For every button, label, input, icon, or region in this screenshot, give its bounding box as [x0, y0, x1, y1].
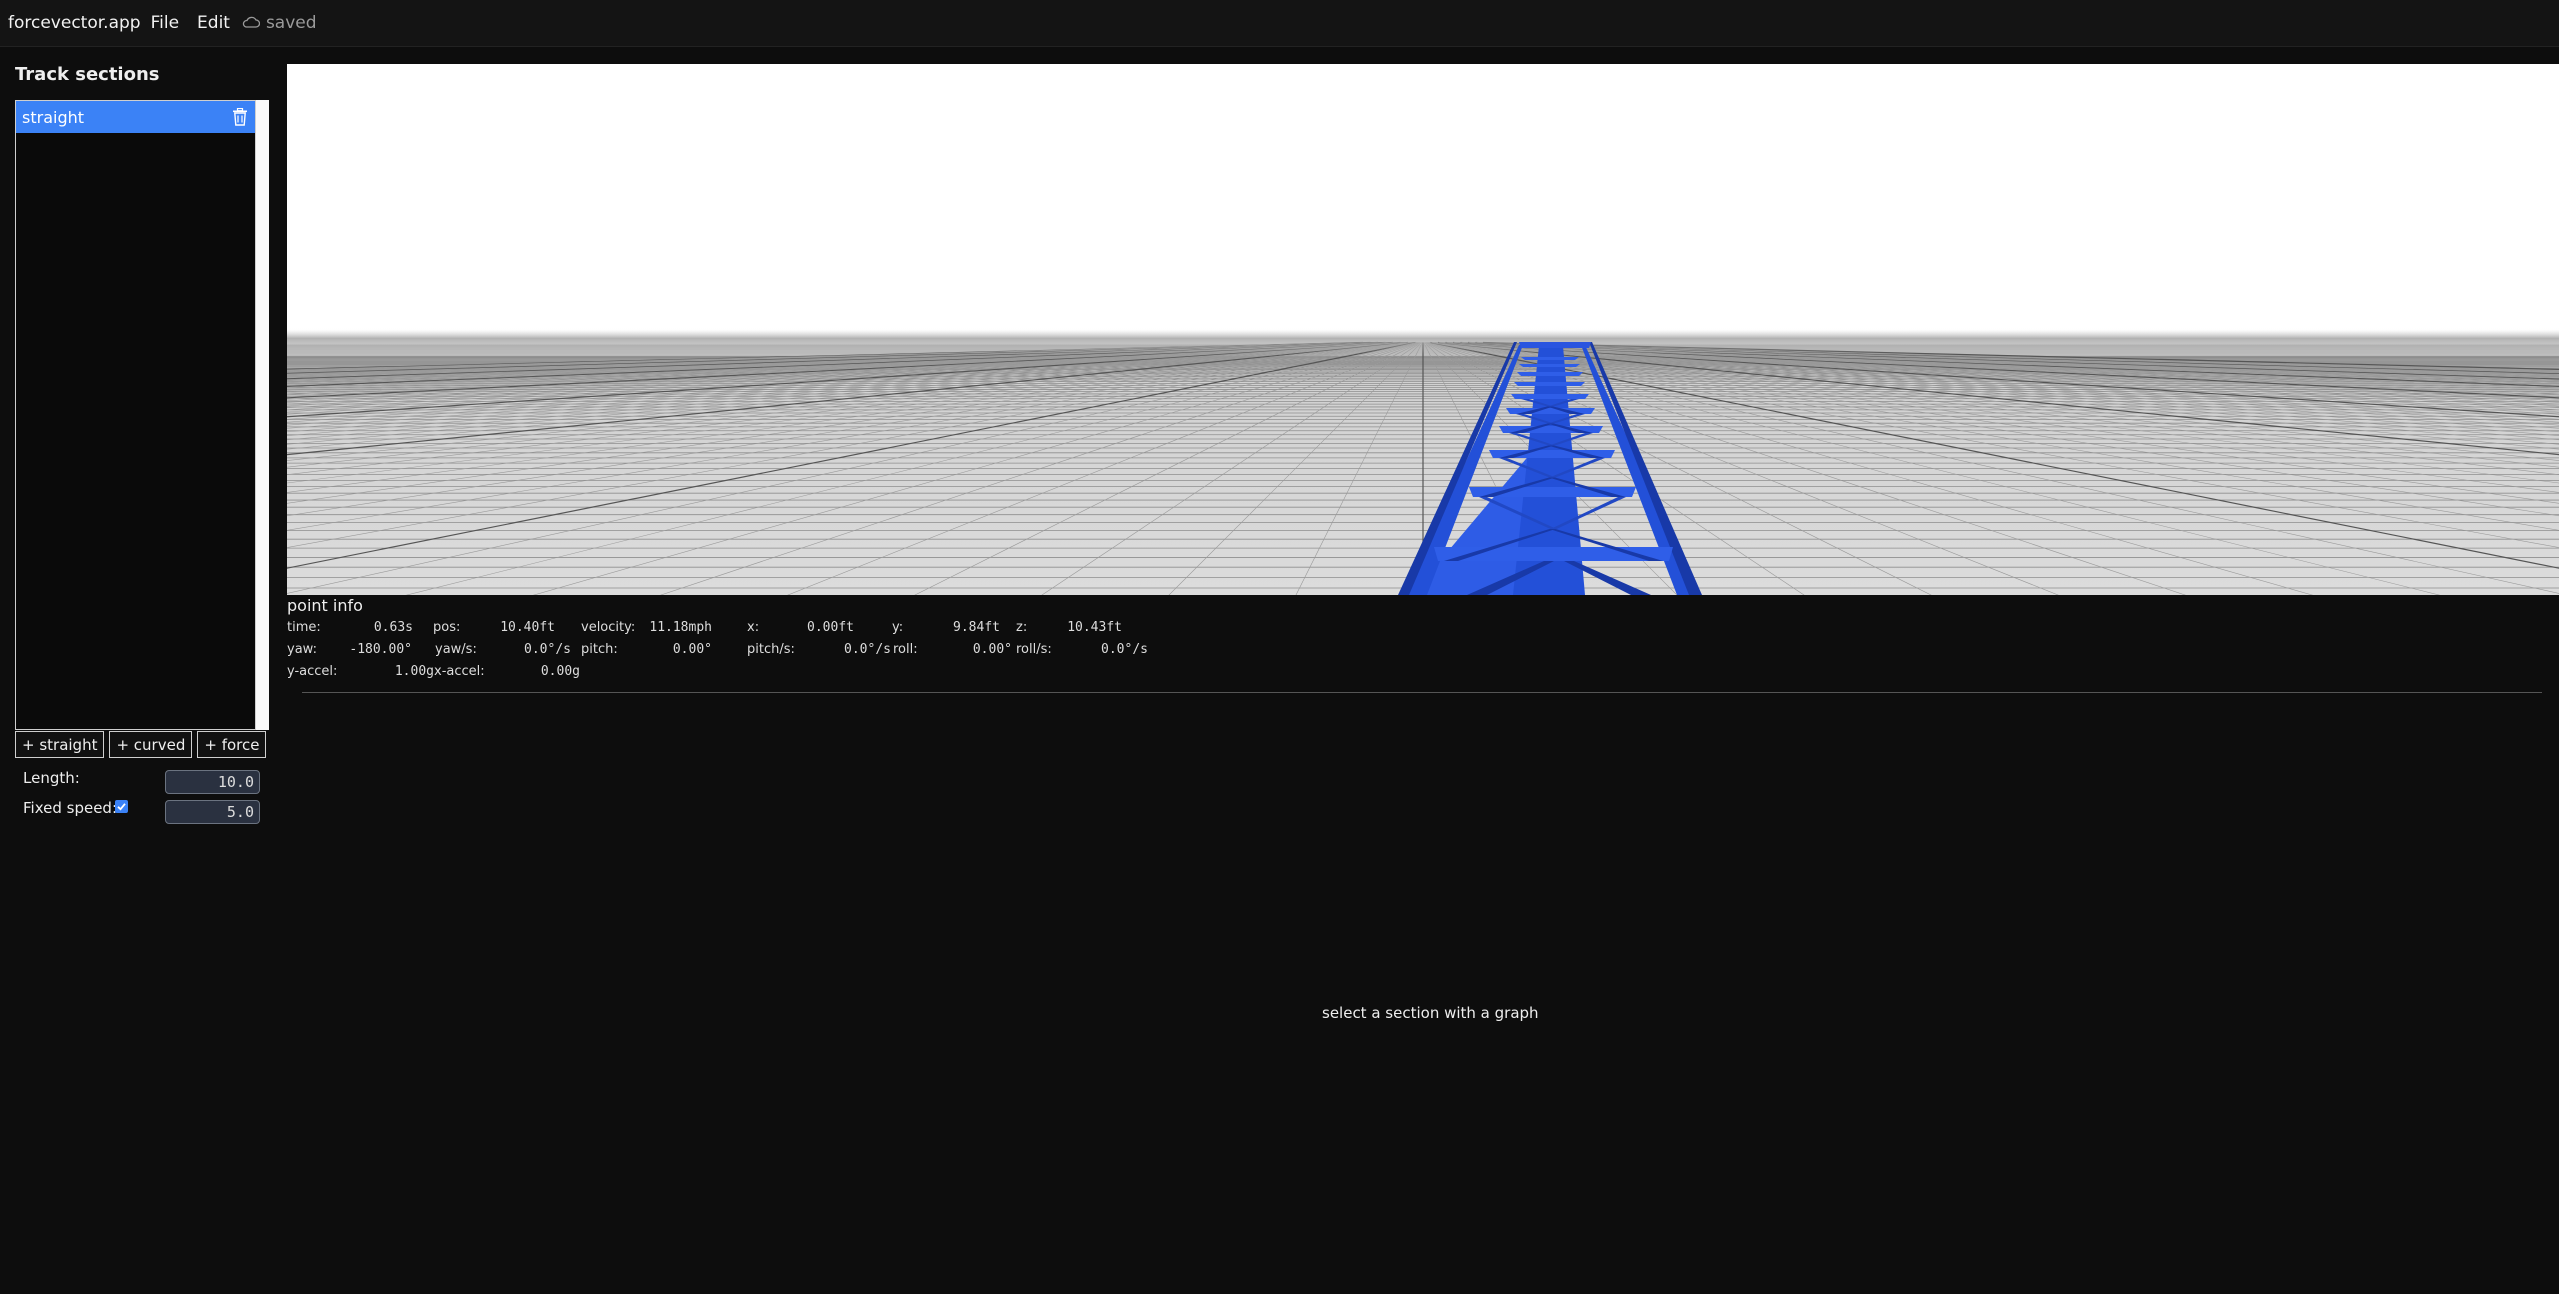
menu-edit[interactable]: Edit: [197, 13, 230, 33]
point-info-title: point info: [287, 596, 363, 615]
track-crosstie: [1519, 364, 1580, 367]
sky: [287, 64, 2559, 330]
track-section-list: straight: [15, 100, 256, 730]
fixed-speed-input[interactable]: 5.0: [165, 800, 260, 824]
track-section-label: straight: [22, 107, 85, 127]
point-info-value: 0.00°: [672, 642, 712, 657]
point-info-value: 11.18mph: [649, 620, 712, 635]
length-input[interactable]: 10.0: [165, 770, 260, 794]
point-info-value: 0.00g: [540, 664, 580, 679]
point-info-value: -180.00°: [349, 642, 412, 657]
3d-viewport[interactable]: [287, 64, 2559, 595]
menu-file[interactable]: File: [151, 13, 179, 33]
track-crosstie: [1506, 408, 1595, 414]
add-force-button[interactable]: + force: [197, 731, 267, 758]
point-info-value: 0.0°/s: [524, 642, 571, 657]
add-straight-button[interactable]: + straight: [15, 731, 105, 758]
fixed-speed-label: Fixed speed:: [23, 799, 118, 817]
add-curved-button[interactable]: + curved: [109, 731, 193, 758]
point-info-value: 0.00ft: [807, 620, 854, 635]
track-crosstie: [1521, 357, 1579, 360]
track-crosstie: [1517, 372, 1583, 376]
divider: [302, 692, 2542, 693]
graph-placeholder-message: select a section with a graph: [1322, 1004, 1539, 1022]
save-status: saved: [242, 13, 317, 33]
track-crosstie: [1514, 382, 1585, 386]
point-info-value: 0.0°/s: [844, 642, 891, 657]
length-label: Length:: [23, 769, 80, 787]
track-crosstie: [1519, 342, 1591, 348]
add-section-buttons: + straight + curved + force: [15, 731, 267, 758]
fixed-speed-checkbox[interactable]: [115, 800, 128, 813]
point-info-value: 0.00°: [972, 642, 1012, 657]
section-list-scrollbar[interactable]: [256, 100, 269, 730]
point-info-value: 9.84ft: [953, 620, 1000, 635]
trash-icon[interactable]: [231, 108, 249, 126]
point-info-value: 1.00g: [394, 664, 434, 679]
horizon-haze: [287, 328, 2559, 354]
track-scene: [287, 64, 2559, 595]
app-name: forcevector.app: [8, 13, 141, 33]
point-info-value: 0.0°/s: [1101, 642, 1148, 657]
track-crosstie: [1511, 394, 1589, 399]
sidebar-title: Track sections: [15, 64, 160, 85]
top-bar: forcevector.app File Edit saved: [0, 0, 2559, 47]
cloud-icon: [242, 13, 261, 33]
point-info-value: 10.43ft: [1067, 620, 1122, 635]
track-section-item[interactable]: straight: [16, 101, 255, 133]
point-info-value: 10.40ft: [500, 620, 555, 635]
save-status-text: saved: [265, 13, 317, 33]
point-info-value: 0.63s: [373, 620, 413, 635]
